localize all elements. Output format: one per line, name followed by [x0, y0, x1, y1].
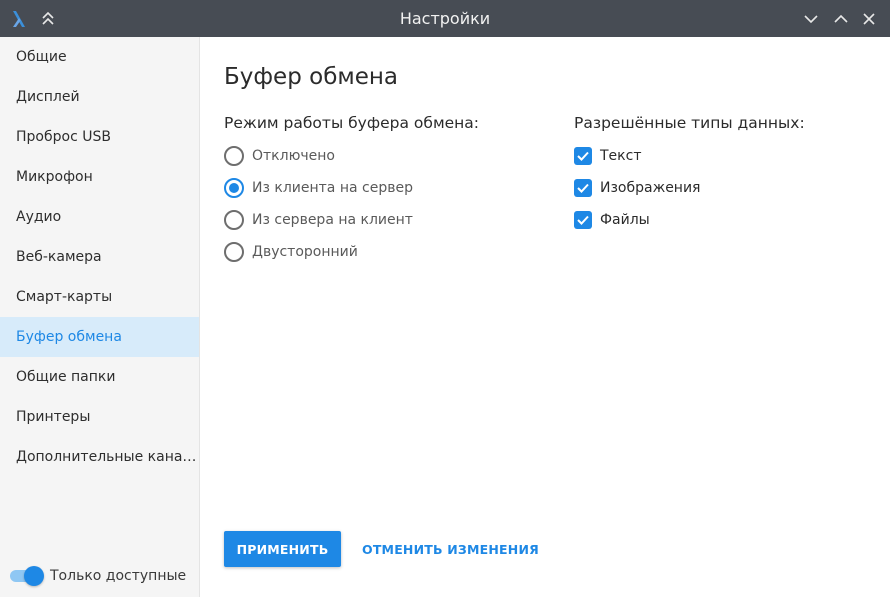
close-icon[interactable] [859, 9, 879, 29]
allowed-types-label: Разрешённые типы данных: [574, 114, 805, 132]
sidebar-item-printers[interactable]: Принтеры [0, 397, 199, 437]
radio-label: Отключено [252, 148, 335, 164]
radio-button-selected[interactable] [224, 178, 244, 198]
apply-button[interactable]: ПРИМЕНИТЬ [224, 531, 341, 567]
clipboard-mode-label: Режим работы буфера обмена: [224, 114, 480, 132]
radio-label: Из сервера на клиент [252, 212, 413, 228]
chevron-up-icon[interactable] [831, 9, 851, 29]
radio-button[interactable] [224, 242, 244, 262]
radio-server-to-client[interactable]: Из сервера на клиент [224, 209, 524, 231]
toggle-label: Только доступные [50, 568, 187, 584]
available-only-toggle[interactable]: Только доступные [10, 565, 195, 587]
checkbox-label: Текст [600, 148, 642, 164]
sidebar-item-display[interactable]: Дисплей [0, 77, 199, 117]
sidebar: Общие Дисплей Проброс USB Микрофон Аудио… [0, 37, 200, 597]
checkbox-label: Файлы [600, 212, 650, 228]
checkbox-text[interactable]: Текст [574, 145, 824, 167]
window-title: Настройки [399, 9, 491, 28]
checkbox-images[interactable]: Изображения [574, 177, 824, 199]
radio-button[interactable] [224, 210, 244, 230]
sidebar-item-usb-redirect[interactable]: Проброс USB [0, 117, 199, 157]
sidebar-item-clipboard[interactable]: Буфер обмена [0, 317, 199, 357]
toggle-knob [24, 566, 44, 586]
sidebar-item-smartcards[interactable]: Смарт-карты [0, 277, 199, 317]
toggle-switch[interactable] [10, 566, 44, 586]
checkbox-files[interactable]: Файлы [574, 209, 824, 231]
cancel-changes-button[interactable]: ОТМЕНИТЬ ИЗМЕНЕНИЯ [352, 531, 549, 567]
checkbox-checked[interactable] [574, 147, 592, 165]
radio-label: Двусторонний [252, 244, 358, 260]
sidebar-item-additional-channels[interactable]: Дополнительные кана… [0, 437, 199, 477]
radio-client-to-server[interactable]: Из клиента на сервер [224, 177, 524, 199]
checkbox-checked[interactable] [574, 179, 592, 197]
title-bar: Настройки [0, 0, 890, 37]
checkbox-label: Изображения [600, 180, 701, 196]
sidebar-item-audio[interactable]: Аудио [0, 197, 199, 237]
sidebar-item-microphone[interactable]: Микрофон [0, 157, 199, 197]
main-content: Буфер обмена Режим работы буфера обмена:… [200, 37, 890, 597]
checkbox-checked[interactable] [574, 211, 592, 229]
radio-label: Из клиента на сервер [252, 180, 413, 196]
radio-disabled[interactable]: Отключено [224, 145, 524, 167]
radio-bidirectional[interactable]: Двусторонний [224, 241, 524, 263]
page-title: Буфер обмена [224, 64, 399, 90]
sidebar-item-webcam[interactable]: Веб-камера [0, 237, 199, 277]
chevron-down-icon[interactable] [801, 9, 821, 29]
sidebar-item-shared-folders[interactable]: Общие папки [0, 357, 199, 397]
sidebar-item-general[interactable]: Общие [0, 37, 199, 77]
radio-button[interactable] [224, 146, 244, 166]
